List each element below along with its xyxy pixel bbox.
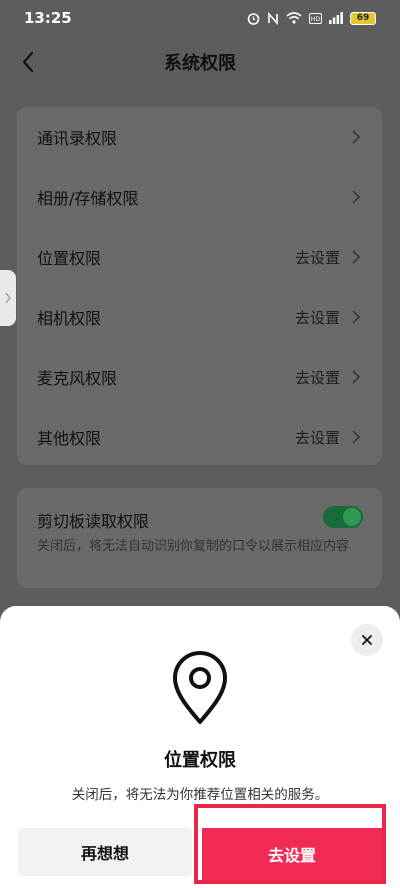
permission-label: 相机权限 — [37, 309, 102, 328]
permission-row-other[interactable]: 其他权限 去设置 — [17, 407, 382, 467]
status-time: 13:25 — [24, 9, 72, 27]
clipboard-title: 剪切板读取权限 — [37, 512, 150, 531]
permission-row-camera[interactable]: 相机权限 去设置 — [17, 287, 382, 347]
chevron-right-icon — [352, 250, 361, 264]
alarm-icon — [247, 12, 260, 25]
signal-icon — [329, 12, 343, 24]
permission-label: 相册/存储权限 — [37, 189, 139, 208]
permission-row-microphone[interactable]: 麦克风权限 去设置 — [17, 347, 382, 407]
sheet-title: 位置权限 — [164, 750, 236, 771]
nfc-icon — [268, 11, 278, 25]
go-settings-button[interactable]: 去设置 — [202, 828, 382, 880]
header: 系统权限 — [0, 40, 400, 84]
chevron-right-icon — [352, 370, 361, 384]
toggle-knob — [343, 508, 361, 526]
permission-label: 通讯录权限 — [37, 129, 118, 148]
chevron-left-icon — [22, 51, 34, 73]
page-title: 系统权限 — [164, 53, 236, 74]
permission-action: 去设置 — [294, 368, 340, 387]
clipboard-toggle[interactable] — [323, 506, 363, 528]
permission-row-contacts[interactable]: 通讯录权限 — [17, 107, 382, 167]
svg-text:HD: HD — [311, 16, 321, 23]
close-icon — [362, 635, 372, 645]
chevron-right-icon — [352, 430, 361, 444]
battery-icon: 69 — [350, 11, 376, 25]
close-button[interactable] — [351, 624, 383, 656]
wifi-icon — [286, 12, 302, 24]
back-button[interactable] — [14, 48, 42, 76]
clipboard-description: 关闭后，将无法自动识别你复制的口令以展示相应内容 — [37, 539, 350, 554]
status-icons: HD 69 — [247, 11, 376, 25]
chevron-right-icon — [352, 130, 361, 144]
permission-row-location[interactable]: 位置权限 去设置 — [17, 227, 382, 287]
permission-action: 去设置 — [294, 248, 340, 267]
permission-row-storage[interactable]: 相册/存储权限 — [17, 167, 382, 227]
permission-action: 去设置 — [294, 428, 340, 447]
location-pin-icon — [173, 651, 227, 724]
side-drawer-handle[interactable] — [0, 270, 16, 326]
hd-icon: HD — [309, 12, 322, 24]
permission-label: 麦克风权限 — [37, 369, 118, 388]
permission-label: 其他权限 — [37, 429, 102, 448]
cancel-button[interactable]: 再想想 — [18, 828, 192, 876]
permission-action: 去设置 — [294, 308, 340, 327]
chevron-right-icon — [352, 310, 361, 324]
sheet-description: 关闭后，将无法为你推荐位置相关的服务。 — [71, 787, 329, 803]
clipboard-card: 剪切板读取权限 关闭后，将无法自动识别你复制的口令以展示相应内容 — [17, 488, 382, 588]
chevron-right-icon — [5, 292, 11, 304]
permission-label: 位置权限 — [37, 249, 102, 268]
location-permission-sheet: 位置权限 关闭后，将无法为你推荐位置相关的服务。 再想想 去设置 — [0, 606, 400, 888]
chevron-right-icon — [352, 190, 361, 204]
permissions-card: 通讯录权限 相册/存储权限 位置权限 去设置 相机权限 去设置 麦克风权限 去设… — [17, 107, 382, 465]
status-bar: 13:25 HD 69 — [0, 0, 400, 36]
